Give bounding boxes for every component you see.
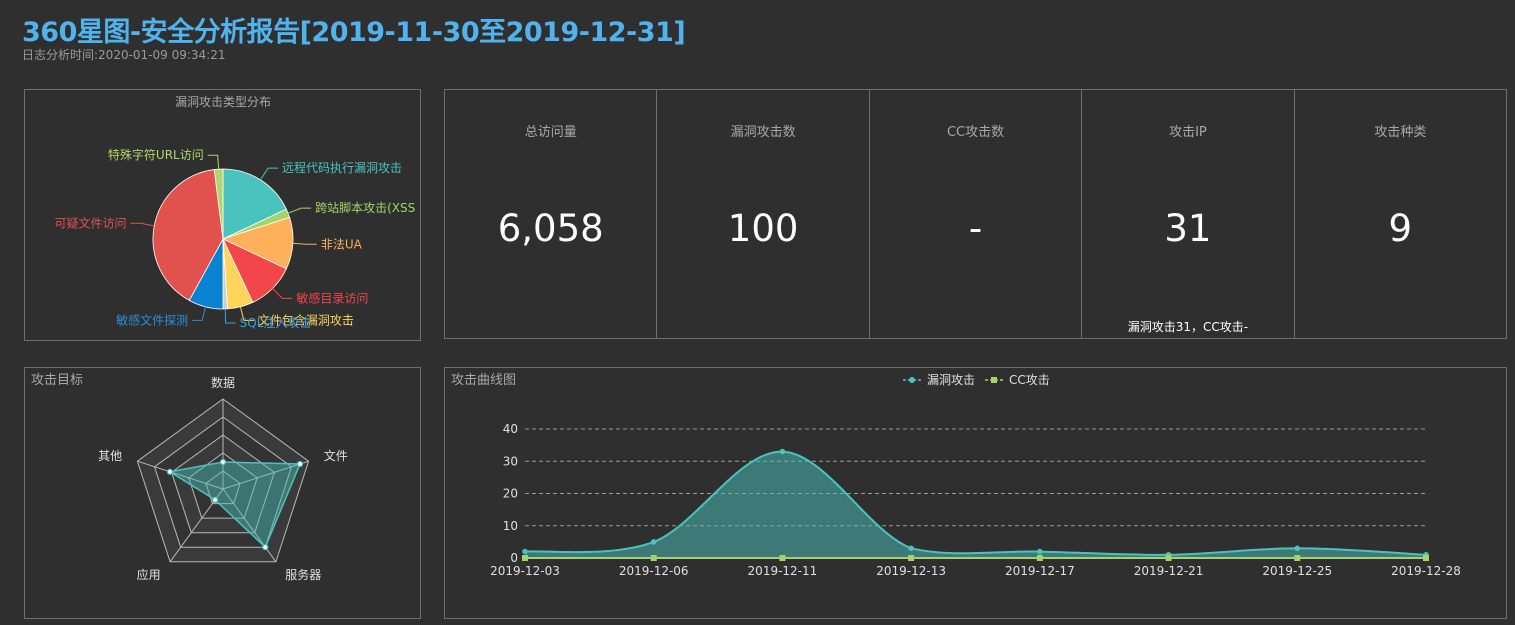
stat-value: 6,058 — [497, 207, 604, 250]
pie-title: 漏洞攻击类型分布 — [175, 95, 271, 109]
stat-label: 攻击种类 — [1374, 125, 1427, 140]
series-line — [524, 450, 1427, 556]
data-point — [779, 448, 786, 455]
radar-axis-label: 数据 — [211, 375, 235, 390]
data-point — [908, 555, 915, 561]
stat-label: CC攻击数 — [946, 125, 1005, 140]
stat-note: 漏洞攻击31，CC攻击- — [1127, 320, 1249, 334]
radar-axis-label: 其他 — [98, 449, 122, 463]
stat-label: 总访问量 — [524, 125, 577, 140]
y-tick-label: 0 — [510, 551, 518, 565]
radar-point — [296, 460, 304, 468]
line-title: 攻击曲线图 — [451, 373, 516, 388]
x-tick-label: 2019-12-06 — [619, 564, 689, 578]
legend-label: CC攻击 — [1009, 373, 1050, 387]
data-point — [779, 555, 786, 561]
stat-vuln-attacks: 漏洞攻击数 100 — [657, 90, 870, 338]
y-tick-label: 20 — [503, 487, 518, 501]
attack-type-pie-panel: 漏洞攻击类型分布 远程代码执行漏洞攻击 跨站脚本攻击(XSS 非法UA 敏感目录访问 文件… — [24, 89, 421, 341]
data-point — [908, 545, 914, 552]
stat-attack-ip: 攻击IP 31 漏洞攻击31，CC攻击- — [1082, 90, 1295, 338]
x-tick-label: 2019-12-25 — [1262, 564, 1332, 578]
legend-marker — [909, 377, 915, 383]
stat-total-visits: 总访问量 6,058 — [445, 90, 658, 338]
stat-label: 漏洞攻击数 — [730, 125, 796, 140]
radar-point — [262, 544, 269, 551]
pie-slice-label: 跨站脚本攻击(XSS — [315, 200, 415, 215]
pie-slice-label: SQL注入攻击 — [240, 315, 312, 330]
legend-label: 漏洞攻击 — [927, 373, 975, 387]
y-tick-label: 30 — [503, 454, 518, 468]
data-point — [650, 555, 657, 561]
pie-label-line — [224, 308, 236, 324]
data-point — [522, 548, 528, 555]
stat-attack-types: 攻击种类 9 — [1295, 90, 1506, 338]
series-area — [525, 451, 1426, 558]
pie-slice-label: 可疑文件访问 — [54, 215, 126, 230]
radar-axis-label: 文件 — [324, 448, 348, 463]
pie-label-line — [130, 222, 155, 227]
data-point — [1036, 555, 1043, 561]
stat-value: 100 — [727, 207, 799, 250]
x-tick-label: 2019-12-13 — [876, 564, 946, 578]
x-tick-label: 2019-12-17 — [1005, 564, 1075, 578]
legend-marker — [991, 377, 997, 383]
x-tick-label: 2019-12-03 — [490, 564, 560, 578]
radar-point — [212, 496, 219, 503]
analysis-time: 日志分析时间:2020-01-09 09:34:21 — [22, 48, 226, 62]
pie-label-line — [272, 288, 293, 299]
pie-label-line — [292, 242, 317, 245]
y-tick-label: 40 — [503, 422, 518, 436]
attack-type-pie-chart: 漏洞攻击类型分布远程代码执行漏洞攻击跨站脚本攻击(XSS非法UA敏感目录访问文件… — [54, 95, 415, 330]
radar-axis-label: 服务器 — [285, 567, 321, 582]
data-point — [522, 555, 528, 561]
pie-label-line — [260, 167, 278, 181]
data-point — [1423, 555, 1429, 561]
data-point — [1294, 555, 1301, 561]
attack-target-radar-chart: 攻击目标 数据文件服务器 应用 其他 — [31, 373, 348, 582]
data-point — [1165, 555, 1172, 561]
radar-title: 攻击目标 — [31, 373, 83, 388]
attack-curve-line-chart: 攻击曲线图 漏洞攻击 CC攻击 0 10 20 30 40 2019-12-03 2019-12-… — [451, 373, 1461, 578]
attack-target-radar-panel: 攻击目标 数据文件服务器 应用 其他 — [24, 367, 421, 619]
pie-slice-label: 敏感目录访问 — [296, 290, 368, 305]
stat-value: 31 — [1164, 207, 1212, 250]
stat-value: - — [968, 207, 983, 250]
pie-slice-label: 非法UA — [321, 237, 363, 251]
x-tick-label: 2019-12-21 — [1134, 564, 1204, 578]
radar-point — [166, 468, 173, 475]
stats-panel: 总访问量 6,058 漏洞攻击数 100 CC攻击数 - 攻击IP 31 漏洞攻… — [444, 89, 1507, 339]
radar-point — [219, 458, 227, 466]
data-point — [650, 539, 657, 545]
data-point — [1294, 545, 1301, 552]
data-point — [1037, 548, 1043, 555]
page-title: 360星图-安全分析报告[2019-11-30至2019-12-31] — [22, 17, 686, 48]
stat-value: 9 — [1388, 207, 1413, 250]
x-tick-label: 2019-12-11 — [748, 564, 818, 578]
y-tick-label: 10 — [503, 519, 518, 533]
pie-slice-label: 远程代码执行漏洞攻击 — [282, 160, 402, 175]
pie-label-line — [287, 207, 312, 214]
pie-slice-label: 特殊字符URL访问 — [108, 147, 204, 162]
stat-cc-attacks: CC攻击数 - — [870, 90, 1083, 338]
attack-curve-panel: 攻击曲线图 漏洞攻击 CC攻击 0 10 20 30 40 2019-12-03 2019-12-… — [444, 367, 1507, 619]
pie-slice-label: 敏感文件探测 — [116, 312, 188, 327]
radar-axis-label: 应用 — [137, 567, 161, 582]
pie-label-line — [192, 306, 207, 321]
stat-label: 攻击IP — [1169, 125, 1207, 140]
pie-label-line — [207, 154, 220, 170]
x-tick-label: 2019-12-28 — [1391, 564, 1461, 578]
